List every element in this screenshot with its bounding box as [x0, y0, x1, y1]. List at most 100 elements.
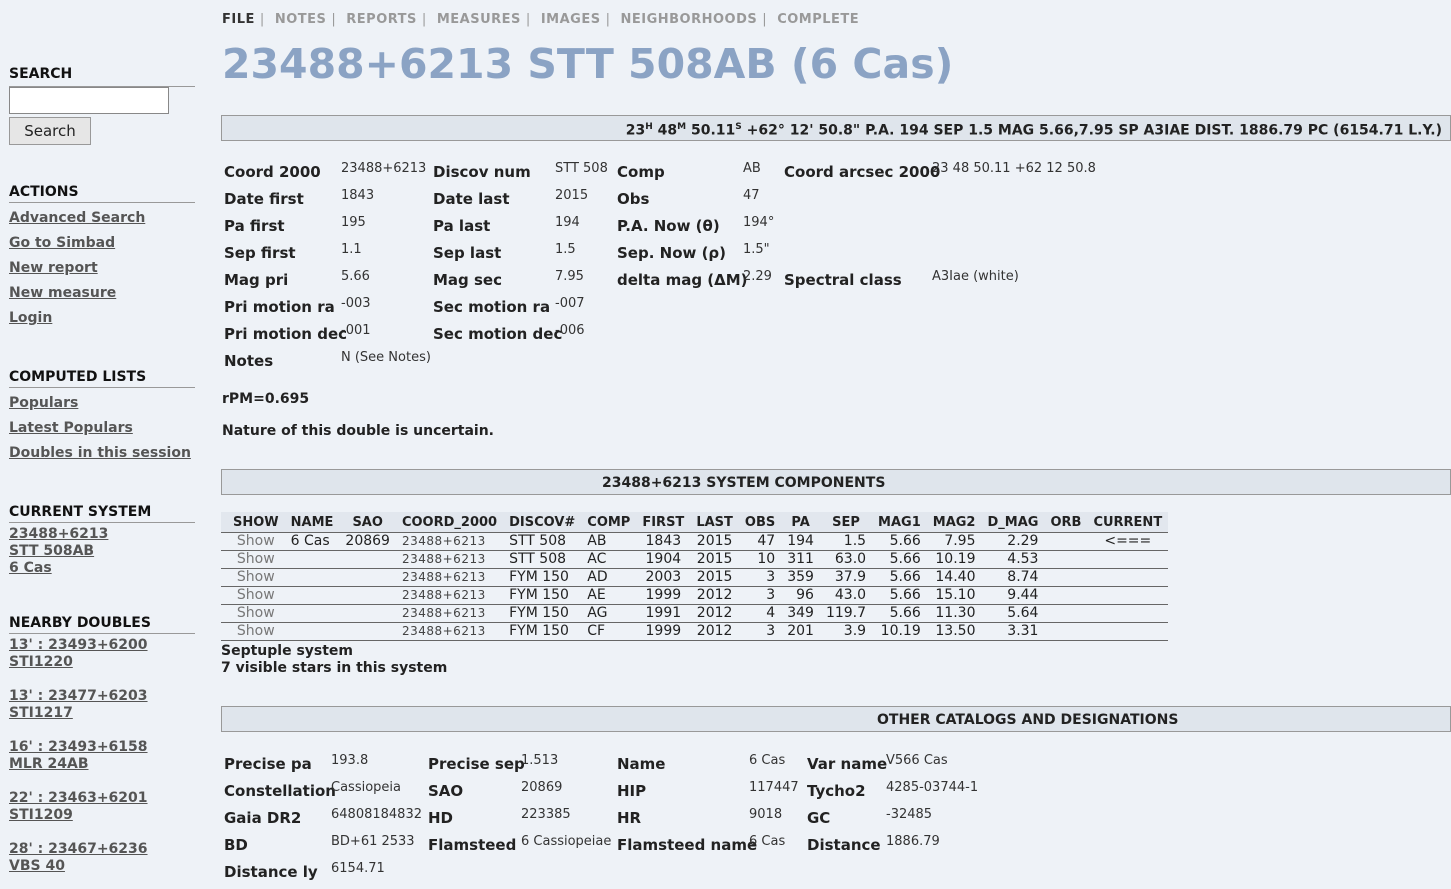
nav-images[interactable]: IMAGES: [541, 12, 601, 27]
cell-orb: [1044, 604, 1088, 623]
precise-sep-value: 1.513: [521, 753, 559, 768]
tycho2-value: 4285-03744-1: [886, 780, 979, 795]
new-report-link[interactable]: New report: [9, 260, 98, 276]
cell-comp: AE: [581, 586, 637, 605]
comp-label: Comp: [617, 163, 665, 181]
col-show[interactable]: SHOW: [221, 512, 285, 533]
col-pa[interactable]: PA: [781, 512, 820, 533]
notes-value[interactable]: N (See Notes): [341, 350, 431, 365]
cell-mag2: 7.95: [926, 532, 982, 551]
nav-neighborhoods[interactable]: NEIGHBORHOODS: [621, 12, 758, 27]
pri-motion-ra-value: -003: [341, 296, 371, 311]
comp-value: AB: [743, 161, 761, 176]
cell-d-mag: 8.74: [981, 568, 1045, 587]
pri-motion-dec-label: Pri motion dec: [224, 325, 348, 343]
col-sep[interactable]: SEP: [819, 512, 873, 533]
nearby-double-link[interactable]: STI1209: [9, 807, 73, 823]
cell-show[interactable]: Show: [221, 550, 285, 569]
nav-reports[interactable]: REPORTS: [346, 12, 417, 27]
cell-obs: 10: [738, 550, 782, 569]
latest-populars-link[interactable]: Latest Populars: [9, 420, 133, 436]
nearby-double-link[interactable]: 28' : 23467+6236: [9, 841, 148, 857]
nearby-double-link[interactable]: 13' : 23477+6203: [9, 688, 148, 704]
populars-link[interactable]: Populars: [9, 395, 78, 411]
col-name[interactable]: NAME: [284, 512, 340, 533]
current-system-coord-link[interactable]: 23488+6213: [9, 526, 108, 542]
cell-discov-: STT 508: [503, 532, 582, 551]
cell-show[interactable]: Show: [221, 622, 285, 641]
cell-show[interactable]: Show: [221, 586, 285, 605]
col-mag2[interactable]: MAG2: [926, 512, 982, 533]
col-dmag[interactable]: D_MAG: [981, 512, 1045, 533]
current-system-heading: CURRENT SYSTEM: [9, 504, 195, 523]
nearby-double-link[interactable]: 13' : 23493+6200: [9, 637, 148, 653]
sep-now-label: Sep. Now (ρ): [617, 244, 727, 262]
col-discov[interactable]: DISCOV#: [503, 512, 582, 533]
cell-last: 2015: [690, 550, 739, 569]
nav-complete[interactable]: COMPLETE: [777, 12, 859, 27]
sec-motion-dec-label: Sec motion dec: [433, 325, 563, 343]
pri-motion-dec-value: -001: [341, 323, 371, 338]
nearby-double-link[interactable]: STI1220: [9, 654, 73, 670]
sep-last-value: 1.5: [555, 242, 576, 257]
cell-show[interactable]: Show: [221, 568, 285, 587]
nearby-double-link[interactable]: 22' : 23463+6201: [9, 790, 148, 806]
cell-first: 1991: [636, 604, 691, 623]
show-link[interactable]: Show: [237, 623, 275, 639]
col-current[interactable]: CURRENT: [1087, 512, 1169, 533]
cell-comp: AG: [581, 604, 637, 623]
show-link[interactable]: Show: [237, 569, 275, 585]
search-heading: SEARCH: [9, 66, 73, 82]
new-measure-link[interactable]: New measure: [9, 285, 116, 301]
search-button[interactable]: Search: [9, 117, 91, 145]
cell-last: 2015: [690, 568, 739, 587]
cell-current: [1087, 550, 1169, 569]
nearby-double-link[interactable]: VBS 40: [9, 858, 65, 874]
col-last[interactable]: LAST: [690, 512, 739, 533]
cell-d-mag: 4.53: [981, 550, 1045, 569]
nearby-double-link[interactable]: STI1217: [9, 705, 73, 721]
table-row: Show 23488+6213 FYM 150 AD 2003 2015 3 359 37.9 5…: [221, 568, 1169, 587]
cell-sep: 43.0: [819, 586, 873, 605]
current-system-name-link[interactable]: 6 Cas: [9, 560, 52, 576]
show-link[interactable]: Show: [237, 551, 275, 567]
sep-first-label: Sep first: [224, 244, 296, 262]
login-link[interactable]: Login: [9, 310, 52, 326]
show-link[interactable]: Show: [237, 605, 275, 621]
col-obs[interactable]: OBS: [738, 512, 782, 533]
cell-first: 1999: [636, 622, 691, 641]
cell-obs: 3: [738, 586, 782, 605]
nav-notes[interactable]: NOTES: [275, 12, 327, 27]
show-link[interactable]: Show: [237, 533, 275, 549]
col-mag1[interactable]: MAG1: [872, 512, 927, 533]
nav-measures[interactable]: MEASURES: [437, 12, 521, 27]
cell-comp: AB: [581, 532, 637, 551]
cell-mag1: 5.66: [872, 604, 927, 623]
name-label: Name: [617, 755, 666, 773]
col-first[interactable]: FIRST: [636, 512, 691, 533]
show-link[interactable]: Show: [237, 587, 275, 603]
cell-name: [284, 604, 340, 623]
catalogs-heading: OTHER CATALOGS AND DESIGNATIONS: [877, 712, 1179, 728]
go-to-simbad-link[interactable]: Go to Simbad: [9, 235, 115, 251]
col-comp[interactable]: COMP: [581, 512, 637, 533]
col-orb[interactable]: ORB: [1044, 512, 1088, 533]
col-coord[interactable]: COORD_2000: [395, 512, 504, 533]
nearby-double-link[interactable]: MLR 24AB: [9, 756, 89, 772]
cell-coord-2000: 23488+6213: [395, 532, 504, 551]
col-sao[interactable]: SAO: [339, 512, 396, 533]
nearby-double-link[interactable]: 16' : 23493+6158: [9, 739, 148, 755]
current-system-discov-link[interactable]: STT 508AB: [9, 543, 94, 559]
sao-label: SAO: [428, 782, 464, 800]
cell-show[interactable]: Show: [221, 604, 285, 623]
cell-name: [284, 568, 340, 587]
cell-sep: 63.0: [819, 550, 873, 569]
table-row: Show 23488+6213 FYM 150 AG 1991 2012 4 349 119.7…: [221, 604, 1169, 623]
cell-show[interactable]: Show: [221, 532, 285, 551]
cell-mag1: 5.66: [872, 532, 927, 551]
search-input[interactable]: [9, 87, 169, 114]
nav-file[interactable]: FILE: [222, 12, 255, 27]
advanced-search-link[interactable]: Advanced Search: [9, 210, 145, 226]
doubles-session-link[interactable]: Doubles in this session: [9, 445, 191, 461]
cell-coord-2000: 23488+6213: [395, 568, 504, 587]
